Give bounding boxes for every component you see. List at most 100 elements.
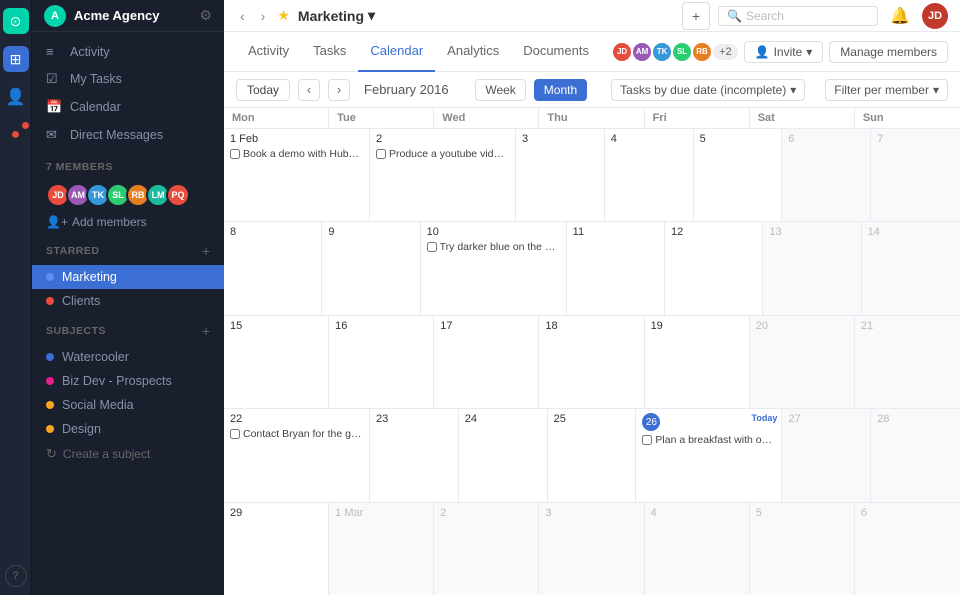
calendar-cell-5-3[interactable]: 2 <box>434 503 539 595</box>
settings-icon[interactable]: ⚙ <box>199 7 212 24</box>
tab-avatar-5[interactable]: RB <box>691 41 713 63</box>
calendar-cell-4-7[interactable]: 28 <box>871 409 960 501</box>
user-avatar[interactable]: JD <box>922 3 948 29</box>
sidebar-item-marketing-label: Marketing <box>62 270 117 284</box>
calendar-cell-4-2[interactable]: 23 <box>370 409 459 501</box>
task-checkbox[interactable] <box>376 149 386 159</box>
calendar-cell-2-1[interactable]: 8 <box>224 222 322 314</box>
next-month-button[interactable]: › <box>328 79 350 101</box>
calendar-task: Produce a youtube video for <box>376 148 509 162</box>
calendar-cell-1-2[interactable]: 2 Produce a youtube video for <box>370 129 516 221</box>
tab-calendar[interactable]: Calendar <box>358 32 435 72</box>
calendar-cell-3-1[interactable]: 15 <box>224 316 329 408</box>
manage-members-button[interactable]: Manage members <box>829 41 948 63</box>
calendar-cell-3-3[interactable]: 17 <box>434 316 539 408</box>
calendar-cell-3-7[interactable]: 21 <box>855 316 960 408</box>
calendar-cell-3-6[interactable]: 20 <box>750 316 855 408</box>
calendar-cell-2-5[interactable]: 12 <box>665 222 763 314</box>
invite-button[interactable]: 👤 Invite ▾ <box>744 41 824 63</box>
calendar-cell-1-7[interactable]: 7 <box>871 129 960 221</box>
activity-icon: ≡ <box>46 44 62 59</box>
calendar-cell-4-4[interactable]: 25 <box>548 409 637 501</box>
search-box[interactable]: 🔍 Search <box>718 6 878 26</box>
prev-month-button[interactable]: ‹ <box>298 79 320 101</box>
member-avatar-7[interactable]: PQ <box>166 183 190 207</box>
add-members-button[interactable]: 👤+ Add members <box>32 211 224 233</box>
sidebar-nav-calendar[interactable]: 📅 Calendar <box>32 93 224 121</box>
sidebar-nav-calendar-label: Calendar <box>70 100 121 114</box>
sidebar-item-clients[interactable]: Clients <box>32 289 224 313</box>
tab-avatar-3[interactable]: TK <box>651 41 673 63</box>
star-icon[interactable]: ★ <box>277 7 290 24</box>
calendar-cell-5-7[interactable]: 6 <box>855 503 960 595</box>
sidebar-nav-mytasks[interactable]: ☑ My Tasks <box>32 65 224 93</box>
sidebar-item-socialmedia[interactable]: Social Media <box>32 393 224 417</box>
calendar-cell-5-6[interactable]: 5 <box>750 503 855 595</box>
member-filter-button[interactable]: Filter per member ▾ <box>825 79 948 101</box>
calendar-cell-4-1[interactable]: 22Contact Bryan for the greeti <box>224 409 370 501</box>
calendar-cell-2-3[interactable]: 10Try darker blue on the mobil <box>421 222 567 314</box>
calendar-cell-3-5[interactable]: 19 <box>645 316 750 408</box>
calendar-cell-2-7[interactable]: 14 <box>862 222 960 314</box>
cell-date: 5 <box>756 507 848 519</box>
notification-icon-btn[interactable]: ● <box>3 122 29 148</box>
calendar-cell-5-2[interactable]: 1 Mar <box>329 503 434 595</box>
forward-button[interactable]: › <box>257 6 270 26</box>
calendar-cell-1-1[interactable]: 1 FebBook a demo with Hubspot <box>224 129 370 221</box>
week-view-button[interactable]: Week <box>475 79 525 101</box>
top-header: ‹ › ★ Marketing ▾ + 🔍 Search 🔔 JD <box>224 0 960 32</box>
tab-activity[interactable]: Activity <box>236 32 301 72</box>
calendar-cell-1-4[interactable]: 4 <box>605 129 694 221</box>
task-checkbox[interactable] <box>427 242 437 252</box>
sidebar-item-design[interactable]: Design <box>32 417 224 441</box>
sidebar-item-watercooler[interactable]: Watercooler <box>32 345 224 369</box>
sidebar-item-bizdev[interactable]: Biz Dev - Prospects <box>32 369 224 393</box>
task-checkbox[interactable] <box>642 435 652 445</box>
calendar-cell-1-5[interactable]: 5 <box>694 129 783 221</box>
cell-date: 2 <box>376 133 509 145</box>
sidebar-nav-directmessages[interactable]: ✉ Direct Messages <box>32 121 224 149</box>
calendar-cell-4-5[interactable]: 26TodayPlan a breakfast with our pa <box>636 409 782 501</box>
help-button[interactable]: ? <box>5 565 27 587</box>
tab-tasks[interactable]: Tasks <box>301 32 358 72</box>
home-icon-btn[interactable]: ⊙ <box>3 8 29 34</box>
calendar-cell-2-2[interactable]: 9 <box>322 222 420 314</box>
starred-title: STARRED <box>46 245 99 257</box>
calendar-cell-1-3[interactable]: 3 <box>516 129 605 221</box>
notifications-button[interactable]: 🔔 <box>886 2 914 30</box>
cell-date: 4 <box>611 133 687 145</box>
create-subject-button[interactable]: ↻ Create a subject <box>32 441 224 467</box>
starred-add-icon[interactable]: + <box>202 243 210 259</box>
calendar-cell-5-4[interactable]: 3 <box>539 503 644 595</box>
task-checkbox[interactable] <box>230 149 240 159</box>
cell-date: 6 <box>788 133 864 145</box>
calendar-cell-5-5[interactable]: 4 <box>645 503 750 595</box>
more-members-badge[interactable]: +2 <box>713 44 738 60</box>
title-dropdown-icon[interactable]: ▾ <box>368 7 375 24</box>
calendar-cell-4-3[interactable]: 24 <box>459 409 548 501</box>
task-checkbox[interactable] <box>230 429 240 439</box>
calendar-cell-5-1[interactable]: 29 <box>224 503 329 595</box>
calendar-cell-3-2[interactable]: 16 <box>329 316 434 408</box>
cell-date: 14 <box>868 226 954 238</box>
calendar-cell-1-6[interactable]: 6 <box>782 129 871 221</box>
tab-avatar-2[interactable]: AM <box>631 41 653 63</box>
tab-documents[interactable]: Documents <box>511 32 601 72</box>
calendar-cell-4-6[interactable]: 27 <box>782 409 871 501</box>
add-button[interactable]: + <box>682 2 710 30</box>
person-icon-btn[interactable]: 👤 <box>3 84 29 110</box>
back-button[interactable]: ‹ <box>236 6 249 26</box>
tab-avatar-1[interactable]: JD <box>611 41 633 63</box>
today-button[interactable]: Today <box>236 79 290 101</box>
month-view-button[interactable]: Month <box>534 79 587 101</box>
subjects-add-icon[interactable]: + <box>202 323 210 339</box>
grid-icon-btn[interactable]: ⊞ <box>3 46 29 72</box>
sidebar-item-marketing[interactable]: Marketing <box>32 265 224 289</box>
calendar-cell-2-4[interactable]: 11 <box>567 222 665 314</box>
sidebar-nav-activity[interactable]: ≡ Activity <box>32 38 224 65</box>
calendar-cell-2-6[interactable]: 13 <box>763 222 861 314</box>
task-filter-button[interactable]: Tasks by due date (incomplete) ▾ <box>611 79 805 101</box>
calendar-cell-3-4[interactable]: 18 <box>539 316 644 408</box>
tab-analytics[interactable]: Analytics <box>435 32 511 72</box>
tab-avatar-4[interactable]: SL <box>671 41 693 63</box>
